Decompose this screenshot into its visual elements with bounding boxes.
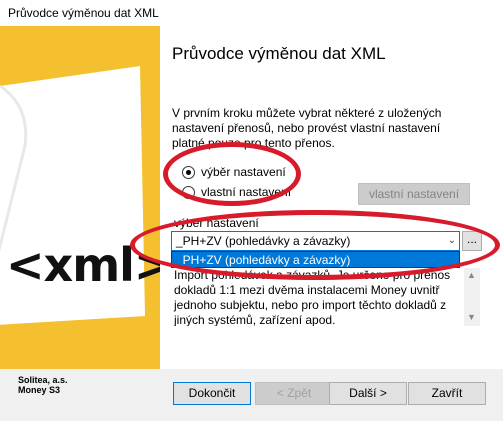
finish-button[interactable]: Dokončit xyxy=(173,382,251,405)
brand: Solitea, a.s. Money S3 xyxy=(18,375,68,395)
annotation-ellipse xyxy=(130,210,500,280)
sidebar-graphic: <xml> xyxy=(0,26,160,369)
scroll-up-icon[interactable]: ▲ xyxy=(467,270,476,280)
wizard-window: Průvodce výměnou dat XML <xml> Průvodce … xyxy=(0,0,503,421)
window-title: Průvodce výměnou dat XML xyxy=(0,0,503,26)
memo-scrollbar[interactable]: ▲ ▼ xyxy=(464,268,480,326)
brand-company: Solitea, a.s. xyxy=(18,375,68,385)
annotation-ellipse xyxy=(163,142,301,206)
page-title: Průvodce výměnou dat XML xyxy=(172,44,386,63)
brand-product: Money S3 xyxy=(18,385,61,395)
back-button[interactable]: < Zpět xyxy=(255,382,333,405)
next-button[interactable]: Další > xyxy=(329,382,407,405)
scroll-down-icon[interactable]: ▼ xyxy=(467,312,476,322)
own-settings-button[interactable]: vlastní nastavení xyxy=(358,183,470,205)
close-button[interactable]: Zavřít xyxy=(408,382,486,405)
